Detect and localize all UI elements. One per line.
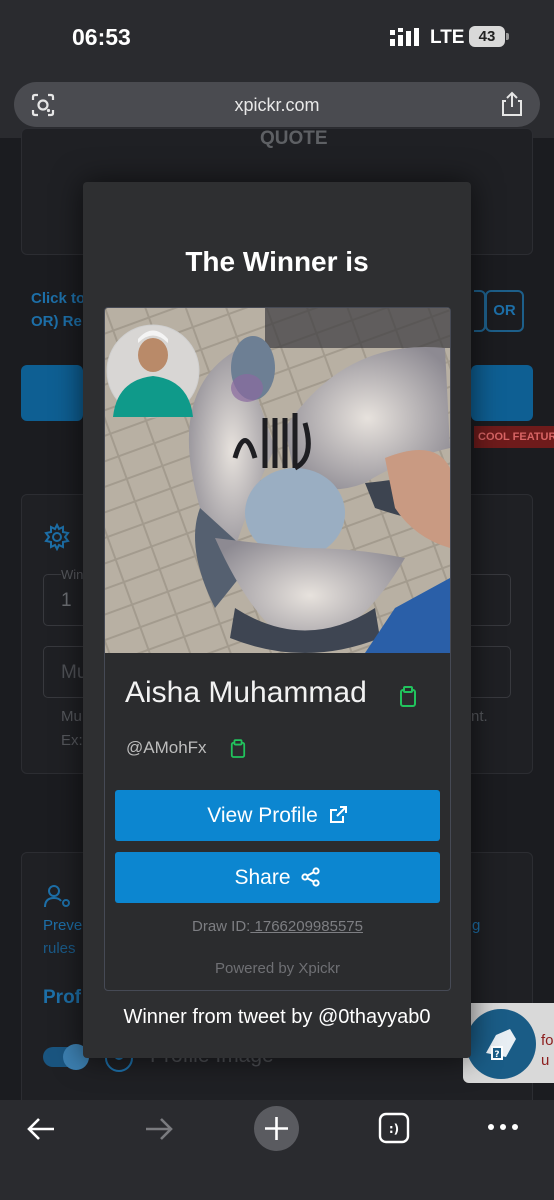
browser-toolbar: :) <box>0 1100 554 1200</box>
copy-handle-icon[interactable] <box>230 739 246 759</box>
forward-icon[interactable] <box>142 1114 176 1144</box>
tweet-footnote: Winner from tweet by @0thayyab0 <box>123 1006 431 1028</box>
draw-id-label: Draw ID: <box>192 918 251 935</box>
network-type: LTE <box>430 27 465 48</box>
draw-id: Draw ID: 1766209985575 <box>105 918 450 935</box>
profile-image-toggle[interactable] <box>43 1044 89 1070</box>
help-text-1-end: nt. <box>471 708 488 725</box>
prevent-text-end: g <box>472 917 481 934</box>
battery-tip <box>506 33 509 40</box>
badge-text: fo u do <box>541 1032 554 1069</box>
click-text-1: Click to <box>31 290 86 307</box>
rules-text: rules <box>43 940 76 957</box>
screen: 06:53 LTE 43 xpickr.com QUOTE Click to O… <box>0 0 554 1200</box>
new-tab-button[interactable] <box>254 1106 299 1151</box>
help-hand-icon: ? <box>466 1009 536 1079</box>
modal-title: The Winner is <box>185 246 369 277</box>
mu-input: Mu <box>43 646 87 698</box>
or-button[interactable]: OR <box>485 290 524 332</box>
help-text-1: Mu <box>61 708 82 725</box>
status-bar: 06:53 LTE 43 <box>0 0 554 76</box>
winners-input: Win 1 <box>43 567 84 626</box>
view-profile-button[interactable]: View Profile <box>115 790 440 841</box>
view-profile-label: View Profile <box>207 804 318 827</box>
back-icon[interactable] <box>24 1114 58 1144</box>
svg-text::): :) <box>389 1122 399 1136</box>
draw-id-link[interactable]: 1766209985575 <box>250 918 363 935</box>
winners-value: 1 <box>61 590 72 611</box>
copy-name-icon[interactable] <box>399 686 417 708</box>
click-text-2: OR) Re <box>31 313 82 330</box>
winners-label: Win <box>61 567 84 582</box>
prevent-text: Preve <box>43 917 83 934</box>
gear-icon <box>44 523 70 551</box>
share-button[interactable]: Share <box>115 852 440 903</box>
mu-input-right <box>470 646 511 698</box>
help-text-2: Ex: <box>61 732 83 749</box>
address-bar[interactable]: xpickr.com <box>14 82 540 127</box>
winner-modal: The Winner is Aisha Muhammad @AMohFx Vie… <box>83 182 471 1058</box>
winner-name: Aisha Muhammad <box>125 676 367 709</box>
user-settings-icon <box>44 885 70 908</box>
winners-input-right <box>470 574 511 626</box>
winner-photo <box>105 308 450 653</box>
winner-handle: @AMohFx <box>126 738 207 757</box>
bg-primary-button-right <box>471 365 533 421</box>
battery-icon: 43 <box>469 26 505 47</box>
plus-icon <box>265 1117 288 1140</box>
winner-card: Aisha Muhammad @AMohFx View Profile Shar… <box>104 307 451 991</box>
external-link-icon <box>329 806 347 823</box>
tabs-icon[interactable]: :) <box>378 1112 410 1144</box>
share-icon[interactable] <box>500 91 524 117</box>
floating-help-badge[interactable]: ? fo u do <box>463 1003 554 1083</box>
url-text: xpickr.com <box>234 95 320 115</box>
svg-text:?: ? <box>494 1050 499 1060</box>
more-icon[interactable] <box>487 1122 519 1132</box>
cool-feature-badge: COOL FEATURE <box>474 426 554 448</box>
profile-heading: Prof <box>43 987 81 1008</box>
share-label: Share <box>234 866 291 889</box>
bg-primary-button-left <box>21 365 83 421</box>
status-time: 06:53 <box>72 24 131 50</box>
share-nodes-icon <box>300 867 320 887</box>
quote-label: QUOTE <box>260 128 328 149</box>
powered-by[interactable]: Powered by Xpickr <box>105 960 450 977</box>
signal-icon <box>390 28 419 46</box>
